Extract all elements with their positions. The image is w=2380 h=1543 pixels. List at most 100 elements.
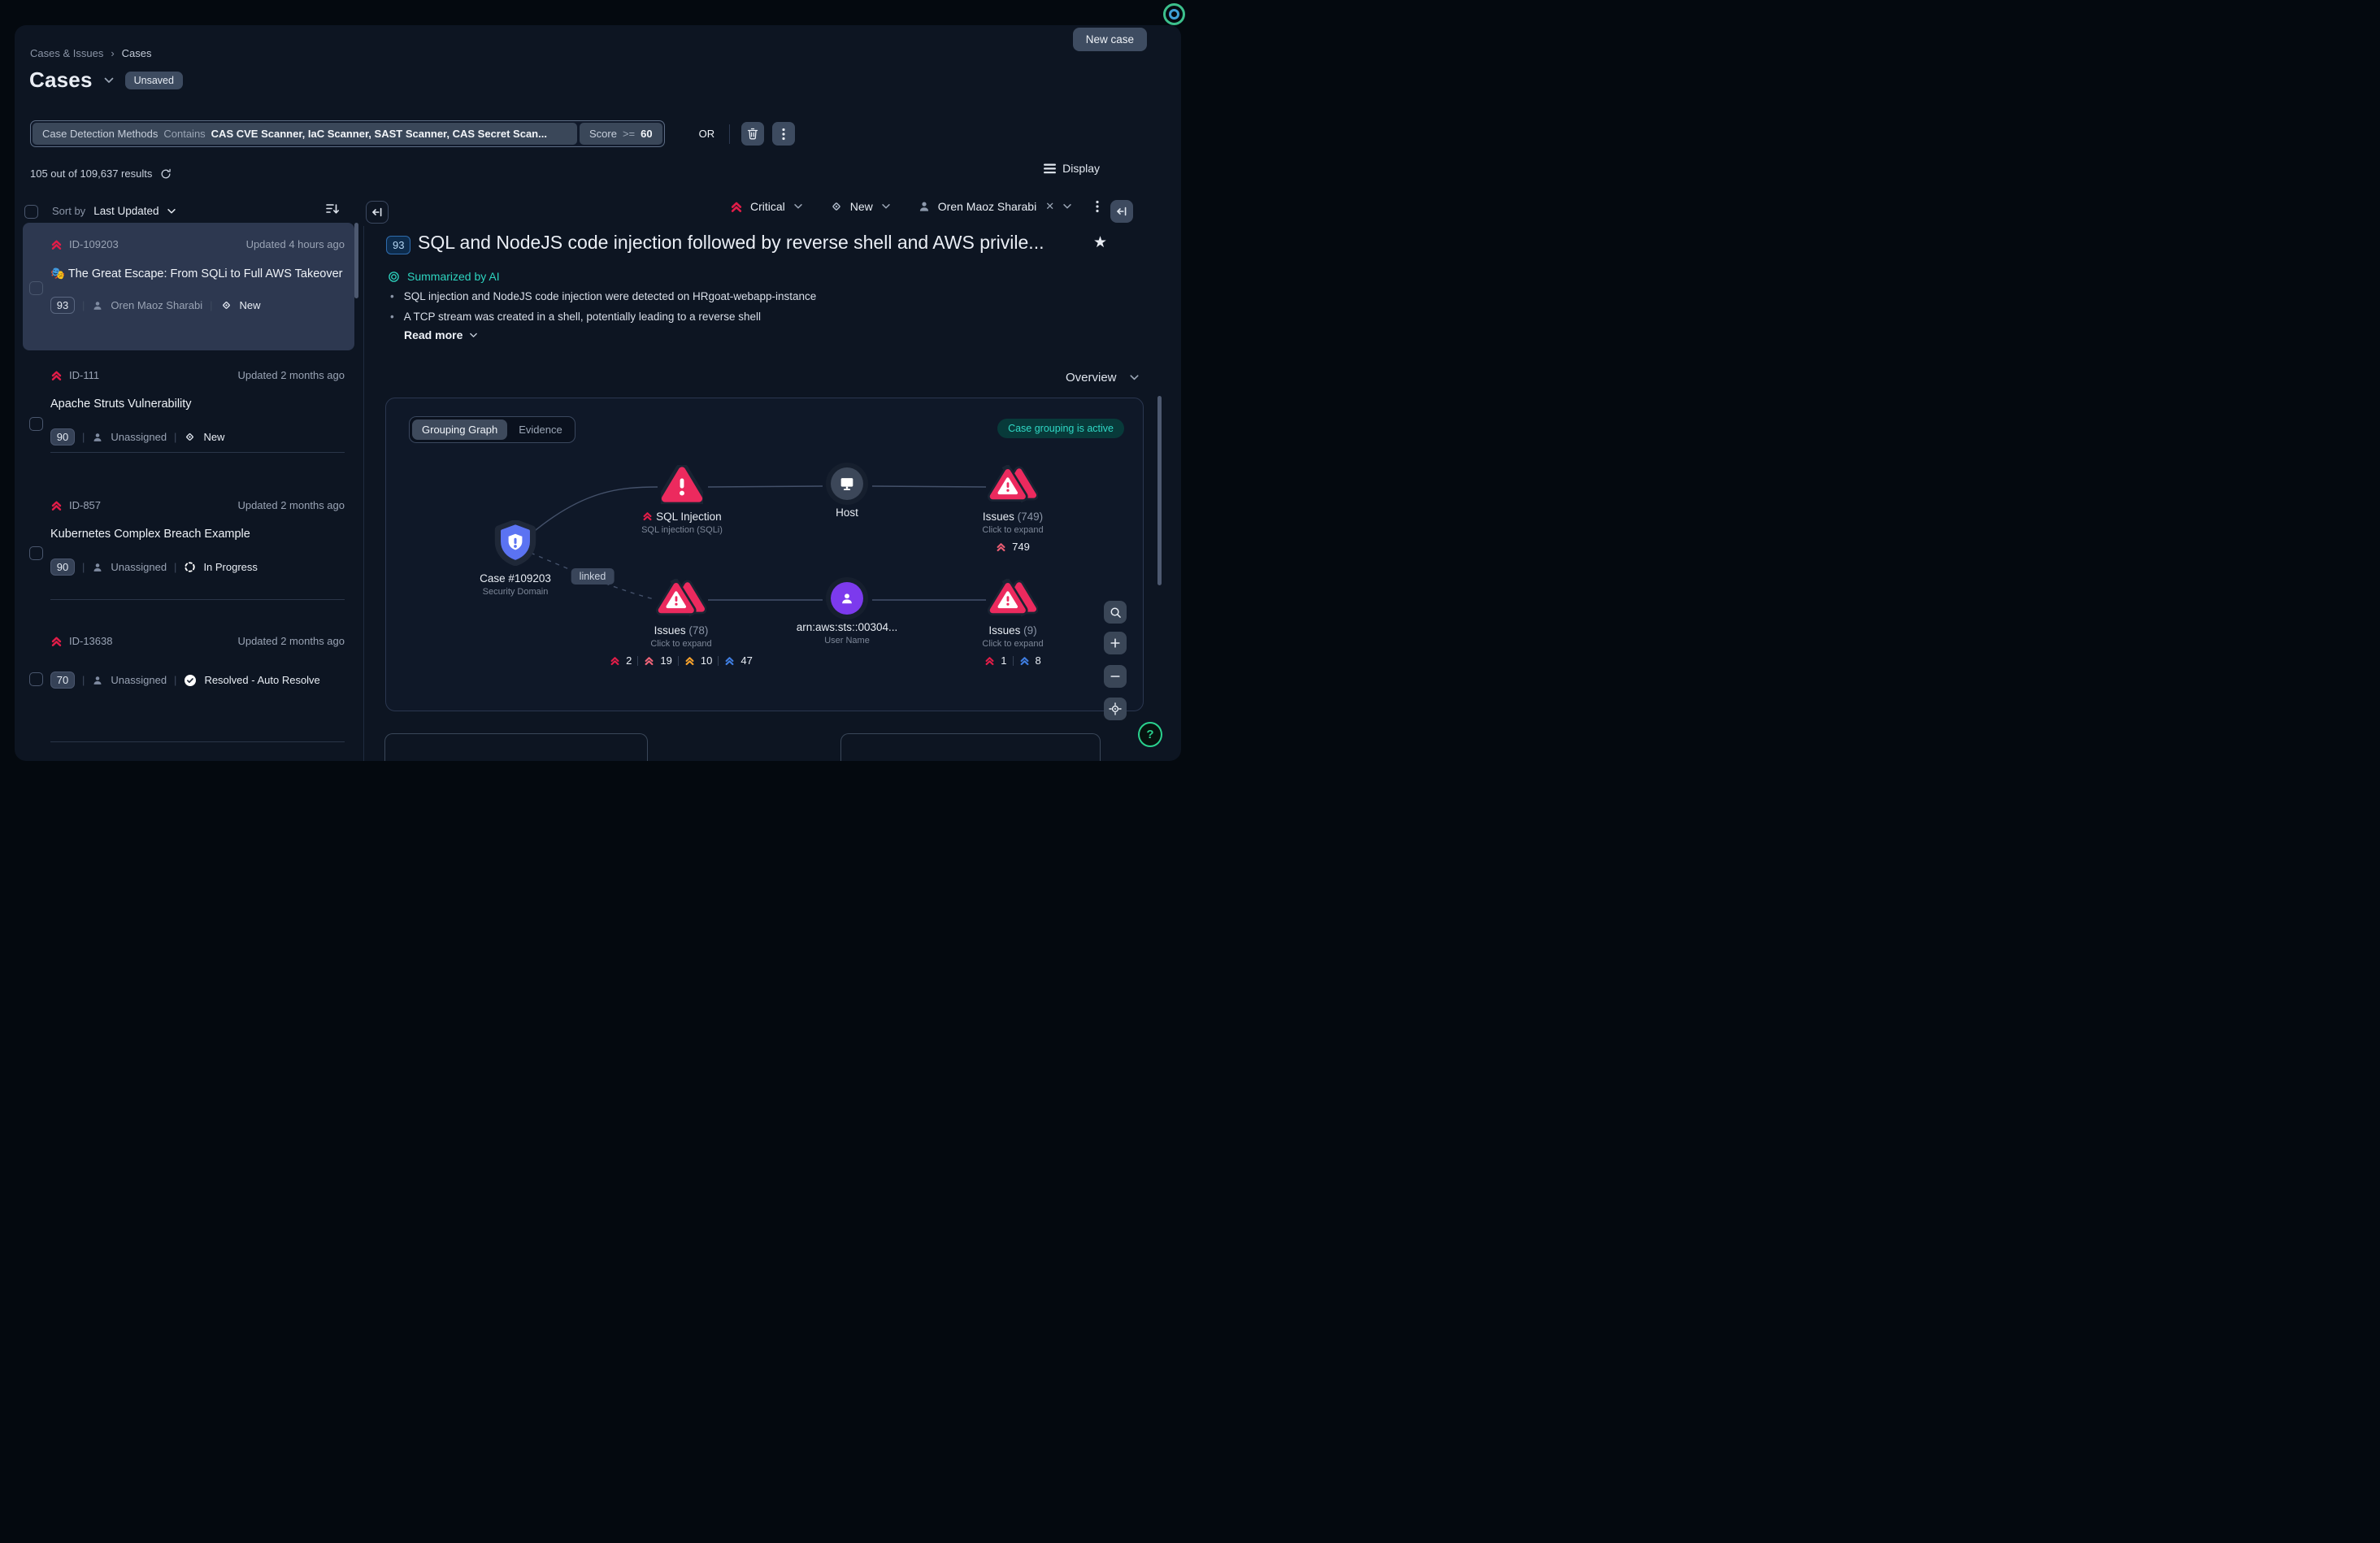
- delete-filter-button[interactable]: [741, 122, 764, 146]
- kebab-menu-icon: [782, 128, 785, 141]
- sort-descending-icon: [325, 202, 340, 216]
- graph-node-user[interactable]: arn:aws:sts::00304... User Name: [770, 582, 924, 645]
- locate-icon: [1109, 702, 1122, 715]
- graph-node-issues-9[interactable]: Issues (9) Click to expand 1 8: [936, 579, 1090, 667]
- display-settings-button[interactable]: Display: [1044, 162, 1100, 175]
- section-selector-dropdown[interactable]: Overview: [1066, 371, 1140, 385]
- case-checkbox[interactable]: [29, 281, 43, 295]
- case-checkbox[interactable]: [29, 672, 43, 686]
- case-title[interactable]: Apache Struts Vulnerability: [50, 398, 343, 411]
- breadcrumb-current[interactable]: Cases: [122, 47, 152, 59]
- select-all-checkbox[interactable]: [24, 205, 38, 219]
- user-icon: [831, 582, 863, 615]
- case-checkbox[interactable]: [29, 546, 43, 560]
- filter-field: Case Detection Methods: [42, 128, 158, 140]
- case-status-dropdown[interactable]: New: [850, 200, 873, 213]
- tab-evidence[interactable]: Evidence: [509, 419, 571, 440]
- display-list-icon: [1044, 163, 1056, 174]
- severity-high-icon: [644, 655, 654, 666]
- case-severity-dropdown[interactable]: Critical: [750, 200, 785, 213]
- sort-chevron-down-icon: [166, 206, 177, 217]
- sort-direction-button[interactable]: [325, 202, 340, 219]
- case-title[interactable]: 🎭 The Great Escape: From SQLi to Full AW…: [50, 267, 343, 280]
- edge-label-linked: linked: [571, 568, 615, 585]
- tab-grouping-graph[interactable]: Grouping Graph: [412, 419, 507, 440]
- detail-scrollbar[interactable]: [1157, 396, 1162, 585]
- case-status: In Progress: [203, 561, 257, 573]
- node-name: arn:aws:sts::00304...: [770, 621, 924, 633]
- case-checkbox[interactable]: [29, 417, 43, 431]
- assignee-icon: [92, 562, 103, 573]
- read-more-button[interactable]: Read more: [404, 328, 479, 341]
- graph-node-sql-injection[interactable]: SQL Injection SQL injection (SQLi): [605, 465, 759, 535]
- filter-joiner[interactable]: OR: [699, 128, 715, 140]
- list-scrollbar[interactable]: [354, 223, 358, 298]
- case-assignee: Unassigned: [111, 431, 167, 443]
- node-sub: Click to expand: [604, 639, 758, 649]
- graph-zoom-in-button[interactable]: [1104, 632, 1127, 654]
- clear-assignee-icon[interactable]: ✕: [1045, 200, 1054, 213]
- favorite-star-icon[interactable]: ★: [1093, 233, 1107, 252]
- help-button[interactable]: ?: [1138, 722, 1162, 747]
- ai-summary-bullet: SQL injection and NodeJS code injection …: [404, 290, 817, 302]
- case-score-badge: 93: [50, 297, 75, 314]
- ai-summary-title: Summarized by AI: [407, 270, 500, 283]
- severity-critical-icon: [996, 541, 1006, 552]
- case-assignee-dropdown[interactable]: Oren Maoz Sharabi: [938, 200, 1036, 213]
- trash-icon: [747, 128, 758, 140]
- assignee-icon: [92, 432, 103, 443]
- case-assignee: Oren Maoz Sharabi: [111, 299, 202, 311]
- graph-node-host[interactable]: Host: [770, 467, 924, 519]
- status-in-progress-icon: [184, 561, 196, 573]
- status-new-icon: [184, 431, 196, 443]
- search-icon: [1110, 606, 1122, 619]
- refresh-icon[interactable]: [160, 168, 172, 180]
- node-name: Issues (9): [936, 624, 1090, 637]
- overview-card-partial: [384, 733, 648, 761]
- graph-search-button[interactable]: [1104, 601, 1127, 624]
- graph-zoom-out-button[interactable]: [1104, 665, 1127, 688]
- filter-more-options-button[interactable]: [772, 122, 795, 146]
- collapse-detail-panel-button[interactable]: [1110, 200, 1133, 223]
- severity-low-icon: [724, 655, 735, 666]
- chevron-down-icon[interactable]: [1062, 201, 1073, 212]
- divider: [729, 124, 730, 144]
- case-more-options-button[interactable]: [1096, 200, 1099, 213]
- chevron-down-icon[interactable]: [793, 201, 804, 212]
- sort-by-label: Sort by: [52, 205, 85, 217]
- assignee-icon: [92, 675, 103, 686]
- severity-count-badges: 749: [936, 541, 1090, 553]
- plus-icon: [1110, 637, 1121, 649]
- sort-dropdown[interactable]: Last Updated: [93, 205, 176, 217]
- graph-fit-view-button[interactable]: [1104, 698, 1127, 720]
- new-case-button[interactable]: New case: [1073, 28, 1147, 51]
- breadcrumb-root[interactable]: Cases & Issues: [30, 47, 103, 59]
- node-sub: SQL injection (SQLi): [605, 525, 759, 535]
- collapse-list-panel-button[interactable]: [366, 201, 389, 224]
- status-new-icon: [830, 200, 843, 213]
- graph-node-issues-78[interactable]: Issues (78) Click to expand 2 19 10 47: [604, 579, 758, 667]
- filter-condition-detection-methods[interactable]: Case Detection Methods Contains CAS CVE …: [33, 123, 577, 145]
- title-chevron-down-icon[interactable]: [102, 74, 115, 87]
- filter-condition-score[interactable]: Score >= 60: [580, 123, 662, 145]
- severity-low-icon: [1019, 655, 1030, 666]
- overview-card-partial: [840, 733, 1101, 761]
- case-id: ID-111: [69, 369, 99, 381]
- graph-node-issues-749[interactable]: Issues (749) Click to expand 749: [936, 465, 1090, 553]
- case-id: ID-109203: [69, 238, 119, 250]
- filter-group: Case Detection Methods Contains CAS CVE …: [30, 120, 665, 147]
- case-score-badge: 70: [50, 672, 75, 689]
- case-updated: Updated 2 months ago: [237, 635, 345, 647]
- chevron-down-icon[interactable]: [880, 201, 892, 212]
- severity-critical-icon: [50, 635, 63, 647]
- node-sub: User Name: [770, 636, 924, 645]
- page-title: Cases: [29, 67, 93, 93]
- shield-alert-icon: [438, 520, 593, 566]
- graph-node-case[interactable]: Case #109203 Security Domain: [438, 520, 593, 597]
- display-label: Display: [1062, 162, 1100, 175]
- status-resolved-icon: [184, 674, 197, 687]
- app-page: Cases & Issues › Cases Cases Unsaved New…: [0, 0, 1190, 772]
- filter-operator: Contains: [163, 128, 205, 140]
- severity-critical-icon: [984, 655, 995, 666]
- case-title[interactable]: Kubernetes Complex Breach Example: [50, 528, 343, 541]
